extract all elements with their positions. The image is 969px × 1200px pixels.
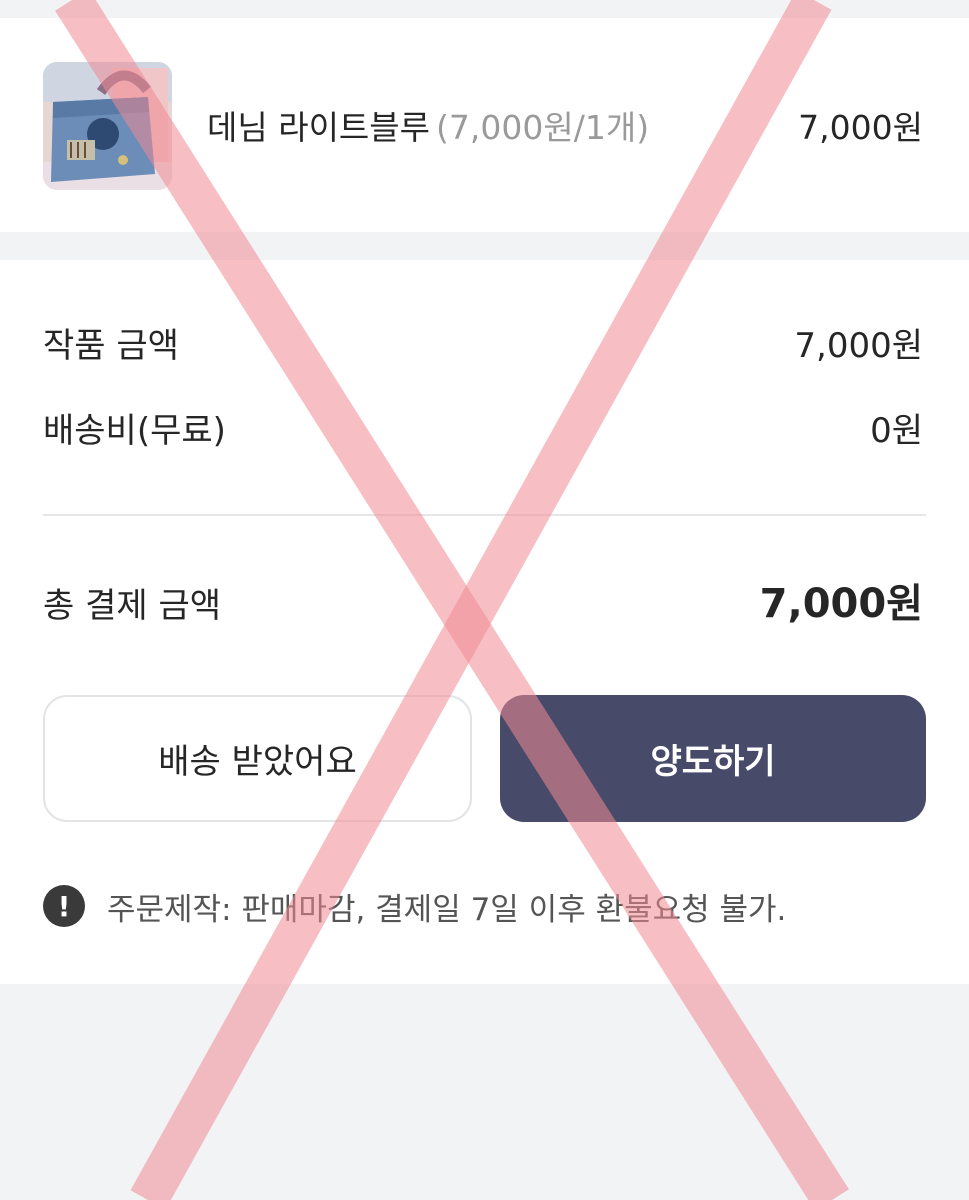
total-amount-label: 총 결제 금액: [43, 586, 222, 626]
product-price: 7,000원: [798, 108, 923, 147]
summary-divider: [43, 514, 926, 516]
product-title: 데님 라이트블루: [207, 108, 431, 147]
product-name: 데님 라이트블루 (7,000원/1개): [207, 106, 649, 150]
product-thumbnail[interactable]: [43, 62, 172, 190]
shipping-fee-label: 배송비(무료): [43, 411, 226, 451]
product-card: 데님 라이트블루 (7,000원/1개) 7,000원: [0, 18, 969, 232]
item-amount-value: 7,000원: [794, 326, 923, 366]
delivery-received-button[interactable]: 배송 받았어요: [43, 695, 472, 822]
denim-bag-image: [43, 62, 172, 190]
transfer-button[interactable]: 양도하기: [500, 695, 926, 822]
refund-notice: ! 주문제작: 판매마감, 결제일 7일 이후 환불요청 불가.: [43, 883, 786, 929]
item-amount-label: 작품 금액: [43, 326, 179, 366]
payment-summary-card: 작품 금액 7,000원 배송비(무료) 0원 총 결제 금액 7,000원 배…: [0, 260, 969, 984]
exclamation-icon: !: [43, 885, 85, 927]
refund-notice-text: 주문제작: 판매마감, 결제일 7일 이후 환불요청 불가.: [107, 891, 787, 928]
total-amount-value: 7,000원: [759, 581, 923, 627]
shipping-fee-value: 0원: [870, 411, 923, 451]
product-unit-detail: (7,000원/1개): [436, 108, 650, 147]
